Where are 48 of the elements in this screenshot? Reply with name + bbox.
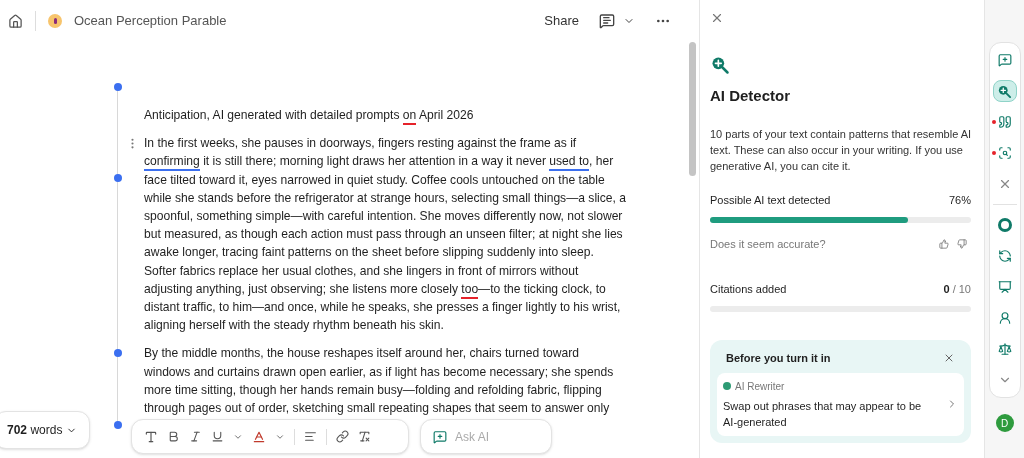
chat-plus-icon	[997, 53, 1012, 67]
rewriter-logo-icon	[723, 382, 731, 390]
refresh-icon	[997, 249, 1012, 263]
link-icon[interactable]	[336, 430, 349, 443]
ask-ai-field[interactable]: Ask AI	[455, 427, 535, 446]
feedback-question: Does it seem accurate?	[710, 237, 826, 252]
citations-count: 0 / 10	[943, 281, 971, 297]
citations-label: Citations added	[710, 281, 787, 297]
underline-icon[interactable]	[211, 430, 224, 443]
rewriter-card[interactable]: AI Rewriter Swap out phrases that may appear to be AI-generated	[717, 372, 964, 436]
share-button[interactable]: Share	[540, 11, 583, 31]
text-color-icon[interactable]	[252, 429, 266, 444]
ask-ai-bar[interactable]: Ask AI	[420, 419, 552, 454]
chat-plus-icon	[433, 429, 447, 444]
thumbs-down-icon[interactable]	[957, 239, 967, 250]
text-style-icon[interactable]	[144, 429, 158, 444]
presentation-icon	[997, 280, 1012, 294]
panel-title: AI Detector	[710, 86, 792, 106]
thumbs-up-icon[interactable]	[939, 239, 949, 250]
search-plus-icon	[710, 55, 730, 75]
promo-title: Before you turn it in	[726, 351, 831, 366]
italic-icon[interactable]	[189, 430, 202, 443]
document-title[interactable]: Ocean Perception Parable	[74, 11, 227, 31]
detection-value: 76%	[948, 192, 971, 208]
rewriter-text: Swap out phrases that may appear to be AI-generated	[723, 398, 923, 430]
quote-icon	[997, 115, 1012, 129]
document-paragraph: Anticipation, AI generated with detailed prompts on April 2026	[144, 106, 628, 125]
scale-icon	[997, 342, 1012, 356]
rewriter-tag: AI Rewriter	[735, 378, 785, 394]
user-avatar[interactable]: D	[995, 414, 1014, 432]
g-logo-icon	[997, 218, 1012, 232]
document-paragraph: By the middle months, the house reshapes itself around her, chairs turned toward windows and curtains drawn open earlier, as if light has become necessary; she spends more time sitting, though her hands remain busy—folding and refolding fabric, flipping through pages out of order, sketching small repeating shapes that seem to answer only	[144, 345, 615, 418]
clear-format-icon[interactable]	[358, 430, 371, 443]
person-icon	[997, 311, 1012, 325]
close-icon[interactable]	[710, 11, 724, 25]
rail-button[interactable]	[992, 80, 1017, 102]
align-icon[interactable]	[304, 430, 317, 443]
home-icon[interactable]	[8, 13, 23, 29]
search-plus-icon	[997, 83, 1012, 99]
word-count-button[interactable]: 702 words	[0, 411, 91, 449]
panel-description: 10 parts of your text contain patterns that resemble AI text. These can also occur in your writing. If you use generative AI, you can cite it.	[710, 126, 972, 174]
scan-icon	[997, 146, 1012, 160]
comment-icon[interactable]	[599, 13, 615, 29]
detection-label: Possible AI text detected	[710, 192, 831, 208]
scrollbar-thumb[interactable]	[689, 42, 696, 176]
document-paragraph: In the first weeks, she pauses in doorways, fingers resting against the frame as if confirming it is still there; morning light draws her attention in a way it never used to, her face tilted toward it, eyes narrowed in quiet study. Coffee cools untouched on the table while she stands before the refrigerator at strange hours, selecting small things—a slice, a spoonful, something simple—with careful intention. She moves differently now, not slower but measured, as though each action must pass through an unseen filter; at night she lies awake longer, tracing faint patterns on the sheet before slipping suddenly into sleep. Softer fabrics replace her usual clothes, and she lingers in front of mirrors without adjusting anything, just observing; she listens more closely too—to the ticking clock, to distant traffic, to him—and once, while he speaks, she presses a finger lightly to his wrist, aligning herself with the steady rhythm beneath his skin.	[144, 135, 627, 335]
document-emoji-icon	[48, 14, 62, 28]
bold-icon[interactable]	[167, 430, 180, 443]
